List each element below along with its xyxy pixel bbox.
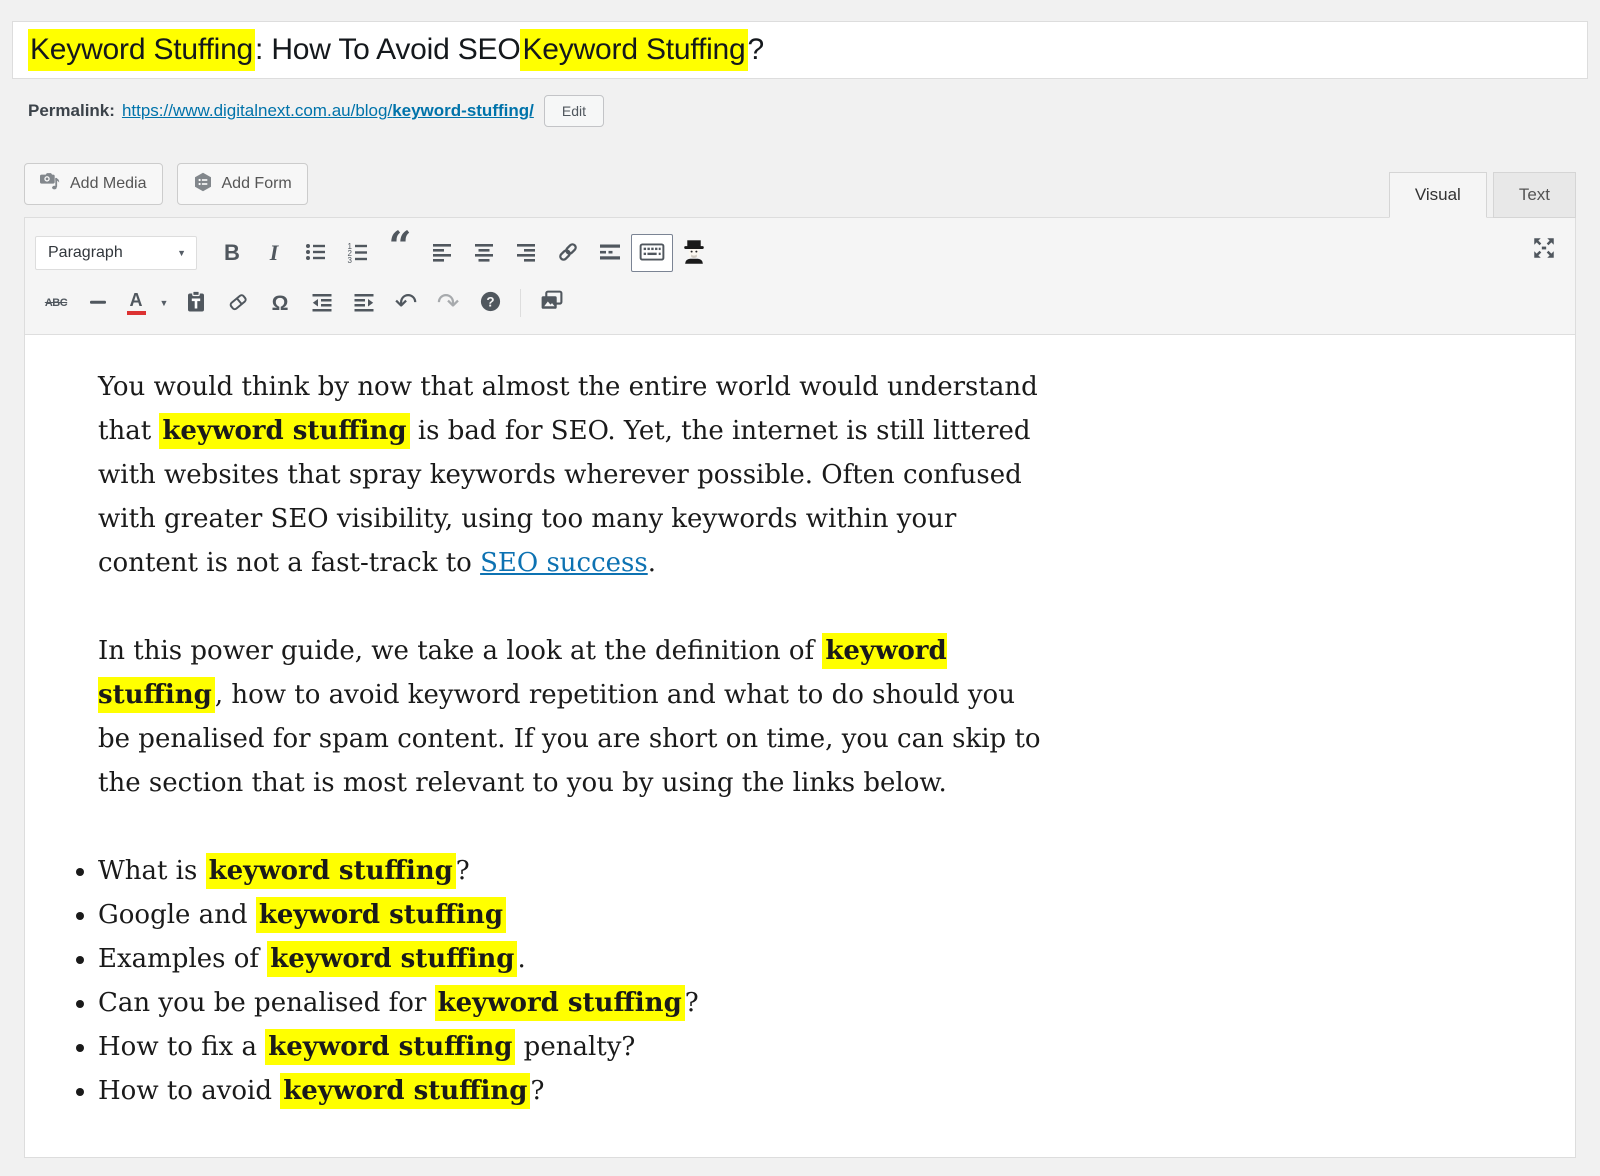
highlight: keyword stuffing [435,985,685,1021]
align-left-button[interactable] [421,234,463,272]
list-item: Examples of keyword stuffing. [98,937,1028,981]
strikethrough-button[interactable]: ABC [35,284,77,322]
format-select[interactable]: Paragraph ▼ [35,236,197,270]
redo-icon: ↷ [437,290,460,317]
numbered-list-button[interactable]: 123 [337,234,379,272]
highlight: Keyword Stuffing [520,29,747,71]
chevron-down-icon: ▼ [177,248,186,258]
undo-button[interactable]: ↶ [385,284,427,322]
undo-icon: ↶ [395,290,418,317]
align-right-button[interactable] [505,234,547,272]
paragraphs: You would think by now that almost the e… [25,365,1535,805]
highlight: keyword stuffing [159,413,409,449]
special-character-icon: Ω [272,293,289,314]
redo-button[interactable]: ↷ [427,284,469,322]
list-item: What is keyword stuffing? [98,849,1028,893]
text-color-dropdown-button[interactable]: ▼ [153,284,175,322]
blockquote-button[interactable]: “ [379,234,421,272]
text-color-icon: A [130,291,143,315]
highlight: keyword stuffing [206,853,456,889]
permalink-link[interactable]: https://www.digitalnext.com.au/blog/keyw… [122,101,534,121]
indent-icon [352,290,376,317]
post-title-input[interactable]: Keyword Stuffing: How To Avoid SEO Keywo… [12,21,1588,79]
italic-icon: I [270,240,279,266]
strikethrough-icon: ABC [45,297,67,309]
read-more-button[interactable] [589,234,631,272]
list-item: Can you be penalised for keyword stuffin… [98,981,1028,1025]
fullscreen-icon [1531,249,1557,264]
align-center-button[interactable] [463,234,505,272]
paragraph: In this power guide, we take a look at t… [98,629,1046,805]
permalink-label: Permalink: [28,101,115,121]
svg-text:?: ? [486,294,494,309]
link-button[interactable] [547,234,589,272]
read-more-icon [598,240,622,267]
format-select-value: Paragraph [48,244,123,262]
add-form-button[interactable]: Add Form [177,163,308,205]
form-icon [193,172,213,197]
bulleted-list-icon [304,240,328,267]
chevron-down-icon: ▼ [160,298,169,308]
horizontal-rule-icon [86,290,110,317]
editor-toolbar: Paragraph ▼ B I 123 “ ABC A [25,218,1575,335]
content-link[interactable]: SEO success [480,548,648,578]
svg-text:3: 3 [348,255,353,263]
indent-button[interactable] [343,284,385,322]
highlight: Keyword Stuffing [28,29,255,71]
paragraph: You would think by now that almost the e… [98,365,1046,585]
highlight: keyword stuffing [267,941,517,977]
tab-text[interactable]: Text [1493,172,1576,218]
add-media-button[interactable]: Add Media [24,163,163,205]
permalink-row: Permalink: https://www.digitalnext.com.a… [28,95,1584,127]
help-icon: ? [479,290,502,316]
list-item: How to avoid keyword stuffing? [98,1069,1028,1113]
gallery-icon [539,289,564,317]
bullet-list: What is keyword stuffing?Google and keyw… [25,849,1535,1113]
add-form-label: Add Form [222,175,292,193]
highlight: keyword stuffing [265,1029,515,1065]
media-icon [40,171,61,197]
horizontal-rule-button[interactable] [77,284,119,322]
align-right-icon [514,240,538,267]
persona-plugin-button[interactable] [673,234,715,272]
add-media-label: Add Media [70,175,147,193]
clear-formatting-button[interactable] [217,284,259,322]
clear-formatting-icon [226,290,250,317]
gallery-button[interactable] [530,284,572,322]
link-icon [556,240,580,267]
paste-as-text-icon [184,290,208,317]
help-button[interactable]: ? [469,284,511,322]
outdent-button[interactable] [301,284,343,322]
align-center-icon [472,240,496,267]
bold-icon: B [224,240,240,266]
bold-button[interactable]: B [211,234,253,272]
permalink-edit-button[interactable]: Edit [544,95,604,127]
persona-icon [681,239,707,268]
numbered-list-icon: 123 [346,240,370,267]
toolbar-divider [520,289,521,317]
special-character-button[interactable]: Ω [259,284,301,322]
paste-as-text-button[interactable] [175,284,217,322]
bulleted-list-button[interactable] [295,234,337,272]
list-item: How to fix a keyword stuffing penalty? [98,1025,1028,1069]
toolbar-toggle-button[interactable] [631,234,673,272]
italic-button[interactable]: I [253,234,295,272]
editor-content-body[interactable]: You would think by now that almost the e… [25,335,1575,1157]
list-item: Google and keyword stuffing [98,893,1028,937]
highlight: keyword stuffing [280,1073,530,1109]
tab-visual[interactable]: Visual [1389,172,1487,218]
editor-container: Paragraph ▼ B I 123 “ ABC A [24,217,1576,1158]
blockquote-icon: “ [388,242,411,264]
keyboard-toggle-icon [639,239,665,268]
outdent-icon [310,290,334,317]
fullscreen-button[interactable] [1529,234,1559,264]
text-color-button[interactable]: A [119,284,153,322]
align-left-icon [430,240,454,267]
highlight: keyword stuffing [256,897,506,933]
